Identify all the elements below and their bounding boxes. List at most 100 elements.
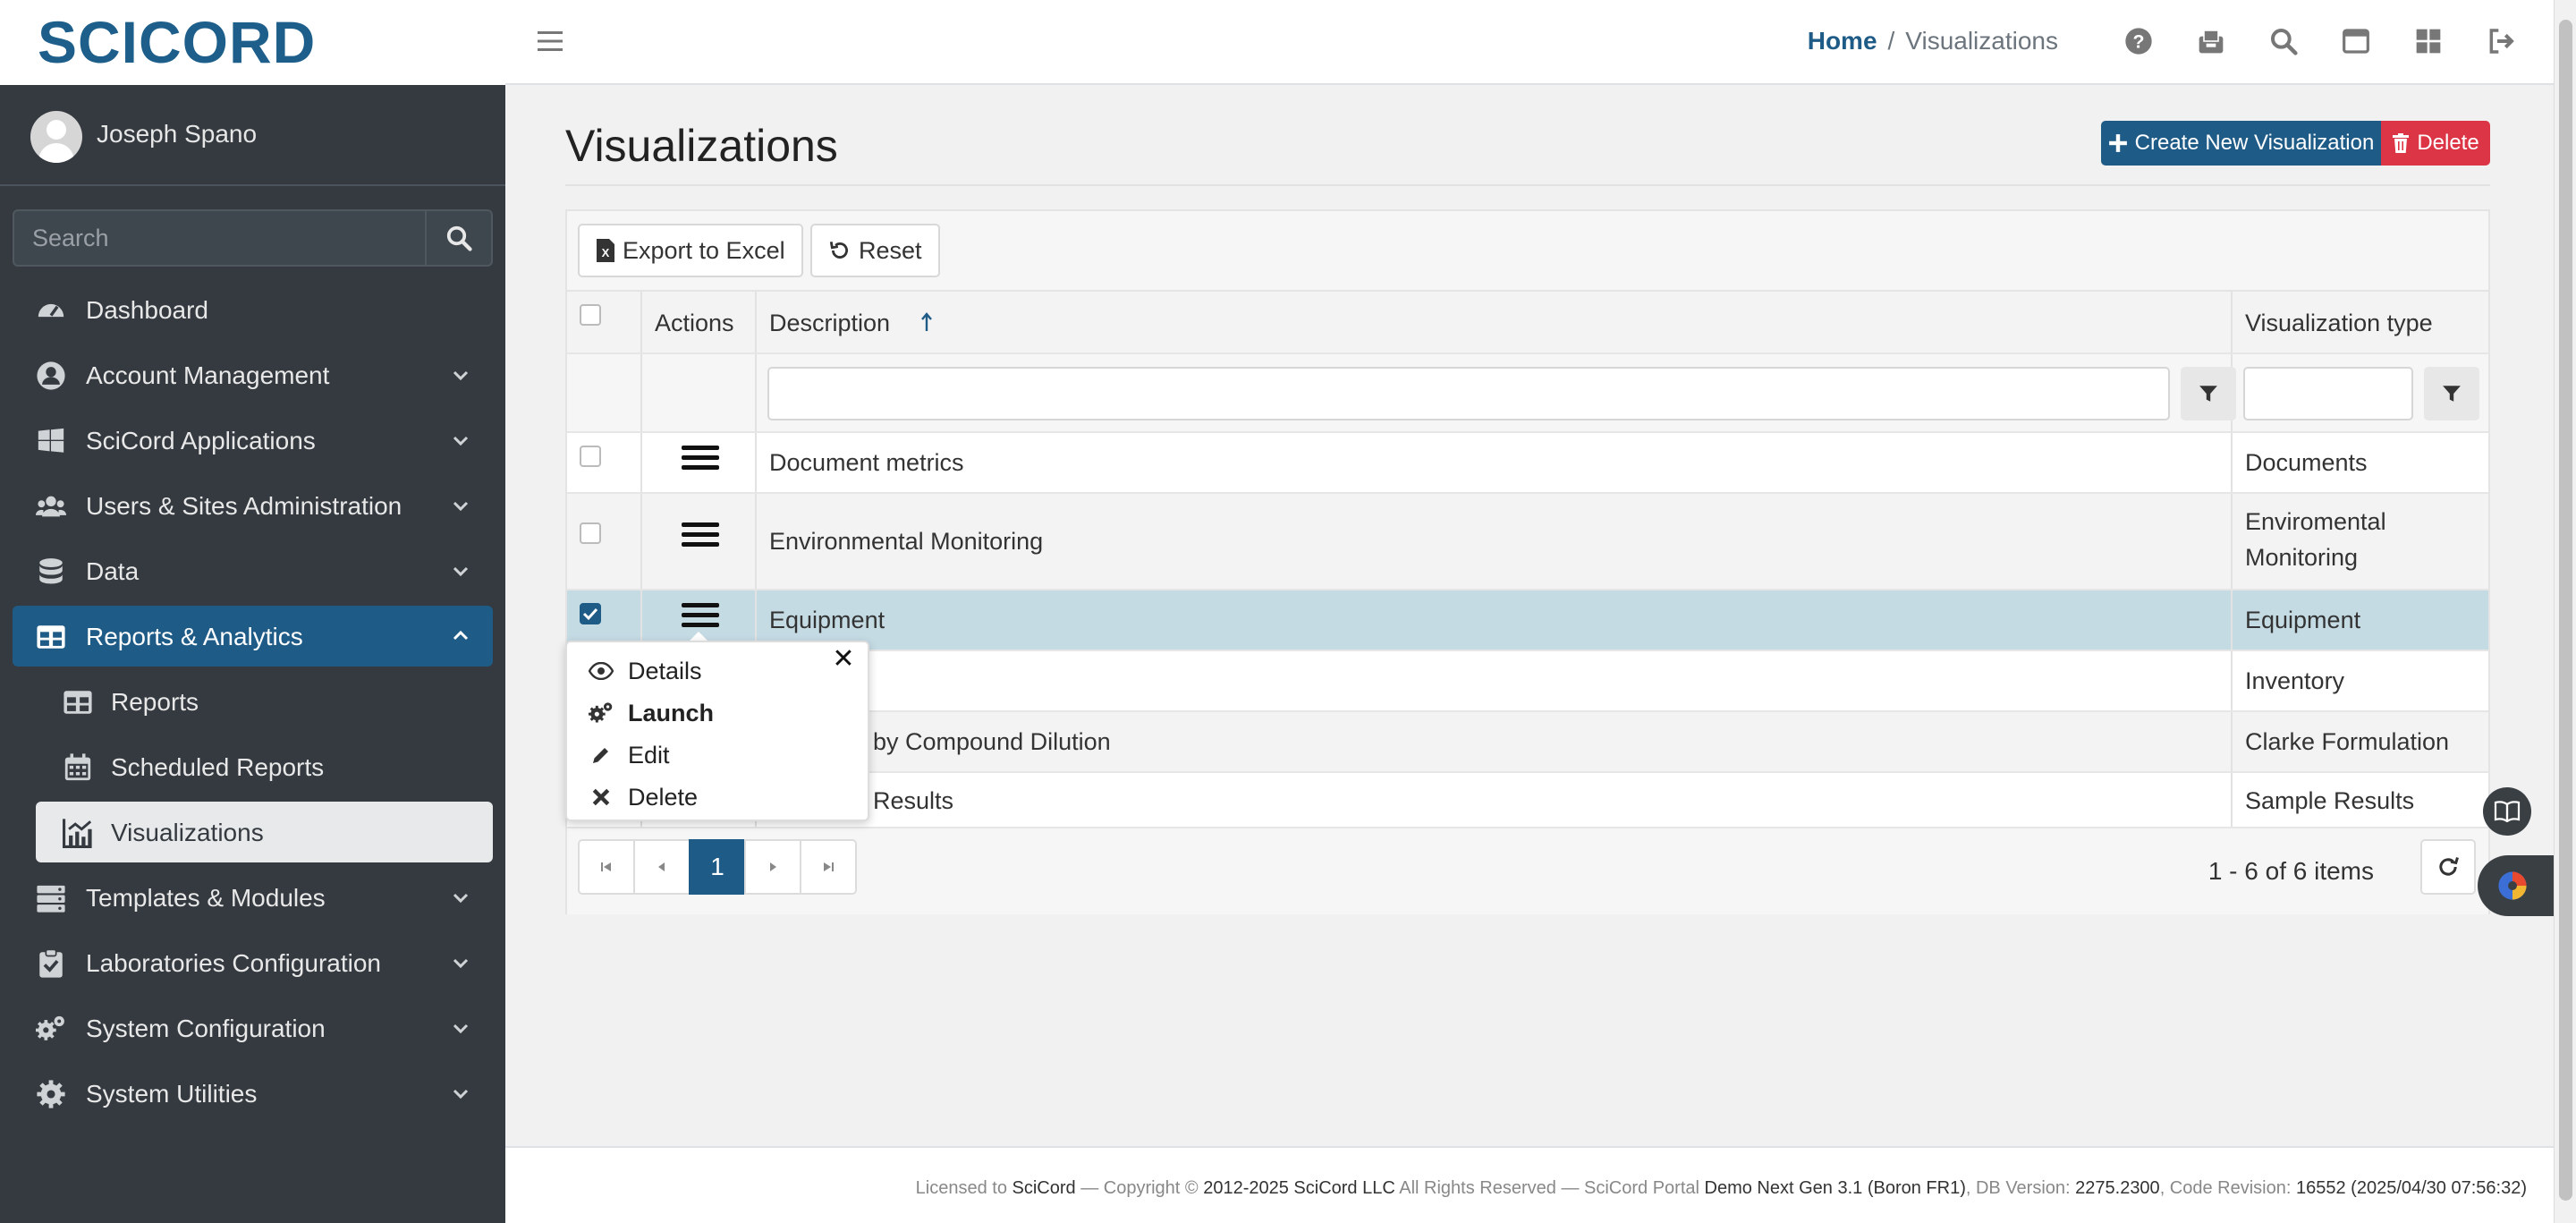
- page-scrollbar[interactable]: [2554, 0, 2576, 1223]
- close-icon[interactable]: ✕: [830, 646, 857, 673]
- inbox-icon[interactable]: [2197, 27, 2225, 55]
- row-description-cell: Document metrics: [757, 433, 2233, 492]
- grid-header-row: Actions Description Visualization type: [567, 292, 2488, 354]
- sidebar-item-reports[interactable]: Reports: [13, 671, 493, 732]
- user-circle-icon: [37, 361, 65, 390]
- sidebar-item-system-configuration[interactable]: System Configuration: [13, 998, 493, 1058]
- grid-toolbar: X Export to Excel Reset: [567, 211, 2488, 292]
- row-description: Document metrics: [769, 449, 964, 476]
- column-header-actions: Actions: [642, 292, 757, 352]
- chevron-down-icon: [453, 893, 469, 904]
- type-filter-button[interactable]: [2424, 367, 2479, 420]
- sidebar-item-reports-analytics[interactable]: Reports & Analytics: [13, 606, 493, 667]
- row-checkbox-checked[interactable]: [580, 603, 601, 624]
- next-page-button[interactable]: [744, 839, 801, 895]
- sidebar-item-label: Scheduled Reports: [111, 753, 325, 781]
- calendar-icon: [64, 753, 91, 781]
- row-type: Sample Results: [2245, 787, 2415, 814]
- refresh-button[interactable]: [2420, 839, 2476, 895]
- sidebar-item-users-sites-administration[interactable]: Users & Sites Administration: [13, 475, 493, 536]
- menu-item-launch[interactable]: Launch: [587, 695, 714, 731]
- page-1-button[interactable]: 1: [689, 839, 746, 895]
- logo-area: SCICORD: [0, 0, 505, 85]
- reset-label: Reset: [859, 236, 922, 264]
- description-filter-button[interactable]: [2181, 367, 2236, 420]
- breadcrumb-home-link[interactable]: Home: [1808, 27, 1877, 55]
- previous-page-button[interactable]: [633, 839, 691, 895]
- window-icon[interactable]: [2342, 27, 2370, 55]
- sidebar-item-label: System Utilities: [86, 1080, 258, 1108]
- sidebar-item-data[interactable]: Data: [13, 540, 493, 601]
- row-description-cell: Environmental Monitoring: [757, 494, 2233, 589]
- select-all-cell: [567, 292, 642, 352]
- title-divider: [565, 184, 2490, 186]
- help-book-button[interactable]: [2483, 787, 2531, 836]
- sidebar-item-scheduled-reports[interactable]: Scheduled Reports: [13, 736, 493, 797]
- footer-rights: All Rights Reserved — SciCord Portal: [1399, 1178, 1699, 1198]
- row-actions-menu-icon[interactable]: [682, 522, 719, 551]
- type-filter-input[interactable]: [2243, 367, 2413, 420]
- sidebar-item-system-utilities[interactable]: System Utilities: [13, 1063, 493, 1124]
- chevron-down-icon: [453, 436, 469, 446]
- menu-item-details[interactable]: Details: [587, 653, 702, 689]
- export-to-excel-button[interactable]: X Export to Excel: [578, 224, 803, 277]
- pencil-icon: [587, 741, 615, 769]
- create-label: Create New Visualization: [2134, 131, 2375, 155]
- dashboard-grid-icon[interactable]: [2414, 27, 2443, 55]
- row-select-cell: [567, 494, 642, 589]
- check-icon: [582, 607, 598, 621]
- footer-db-version: 2275.2300: [2075, 1178, 2160, 1198]
- menu-item-delete[interactable]: Delete: [587, 779, 698, 815]
- avatar[interactable]: [30, 111, 82, 163]
- chart-icon: [63, 819, 92, 848]
- column-header-description[interactable]: Description: [757, 292, 2233, 352]
- sidebar-item-scicord-applications[interactable]: SciCord Applications: [13, 410, 493, 471]
- export-label: Export to Excel: [623, 236, 785, 264]
- user-name[interactable]: Joseph Spano: [97, 120, 257, 149]
- sign-out-icon[interactable]: [2487, 27, 2515, 55]
- sidebar-item-visualizations[interactable]: Visualizations: [36, 802, 493, 862]
- row-checkbox[interactable]: [580, 522, 601, 544]
- first-page-button[interactable]: [578, 839, 635, 895]
- search-button[interactable]: [425, 211, 491, 265]
- last-page-button[interactable]: [800, 839, 857, 895]
- cog-icon: [37, 1080, 65, 1108]
- select-all-checkbox[interactable]: [580, 304, 601, 326]
- hamburger-menu-icon[interactable]: [538, 30, 563, 52]
- cogs-icon: [36, 1015, 64, 1040]
- row-actions-menu-icon[interactable]: [682, 446, 719, 474]
- reset-button[interactable]: Reset: [810, 224, 940, 277]
- windows-icon: [38, 428, 64, 453]
- first-page-icon: [601, 862, 611, 871]
- row-actions-cell: [642, 494, 757, 589]
- table-row[interactable]: Environmental Monitoring Enviromental Mo…: [567, 494, 2488, 590]
- sidebar-item-dashboard[interactable]: Dashboard: [13, 279, 493, 340]
- table-row[interactable]: Document metrics Documents: [567, 433, 2488, 494]
- sidebar-item-account-management[interactable]: Account Management: [13, 344, 493, 405]
- delete-button[interactable]: Delete: [2381, 121, 2490, 166]
- row-checkbox[interactable]: [580, 446, 601, 467]
- search-icon[interactable]: [2269, 27, 2298, 55]
- row-actions-menu-icon[interactable]: [682, 603, 719, 632]
- column-label: Actions: [655, 310, 734, 336]
- row-type: Documents: [2245, 449, 2368, 476]
- scrollbar-thumb[interactable]: [2559, 20, 2572, 1201]
- sidebar-item-templates-modules[interactable]: Templates & Modules: [13, 867, 493, 928]
- cogs-icon: [587, 699, 615, 727]
- menu-item-edit[interactable]: Edit: [587, 737, 670, 773]
- search-input[interactable]: [14, 211, 428, 265]
- description-filter-input[interactable]: [767, 367, 2170, 420]
- filter-icon: [2199, 386, 2217, 402]
- create-new-visualization-button[interactable]: Create New Visualization: [2101, 121, 2381, 166]
- row-type-cell: Sample Results: [2233, 773, 2488, 827]
- column-header-visualization-type[interactable]: Visualization type: [2233, 292, 2488, 352]
- menu-item-label: Edit: [628, 741, 670, 769]
- row-type-cell: Equipment: [2233, 590, 2488, 650]
- sidebar-item-laboratories-configuration[interactable]: Laboratories Configuration: [13, 932, 493, 993]
- footer-code-revision: 16552 (2025/04/30 07:56:32): [2296, 1178, 2527, 1198]
- theme-palette-button[interactable]: [2478, 855, 2558, 916]
- sort-ascending-icon: [921, 312, 932, 331]
- help-icon[interactable]: ?: [2124, 27, 2153, 55]
- user-panel[interactable]: Joseph Spano: [0, 86, 505, 186]
- scicord-logo[interactable]: SCICORD: [38, 9, 316, 76]
